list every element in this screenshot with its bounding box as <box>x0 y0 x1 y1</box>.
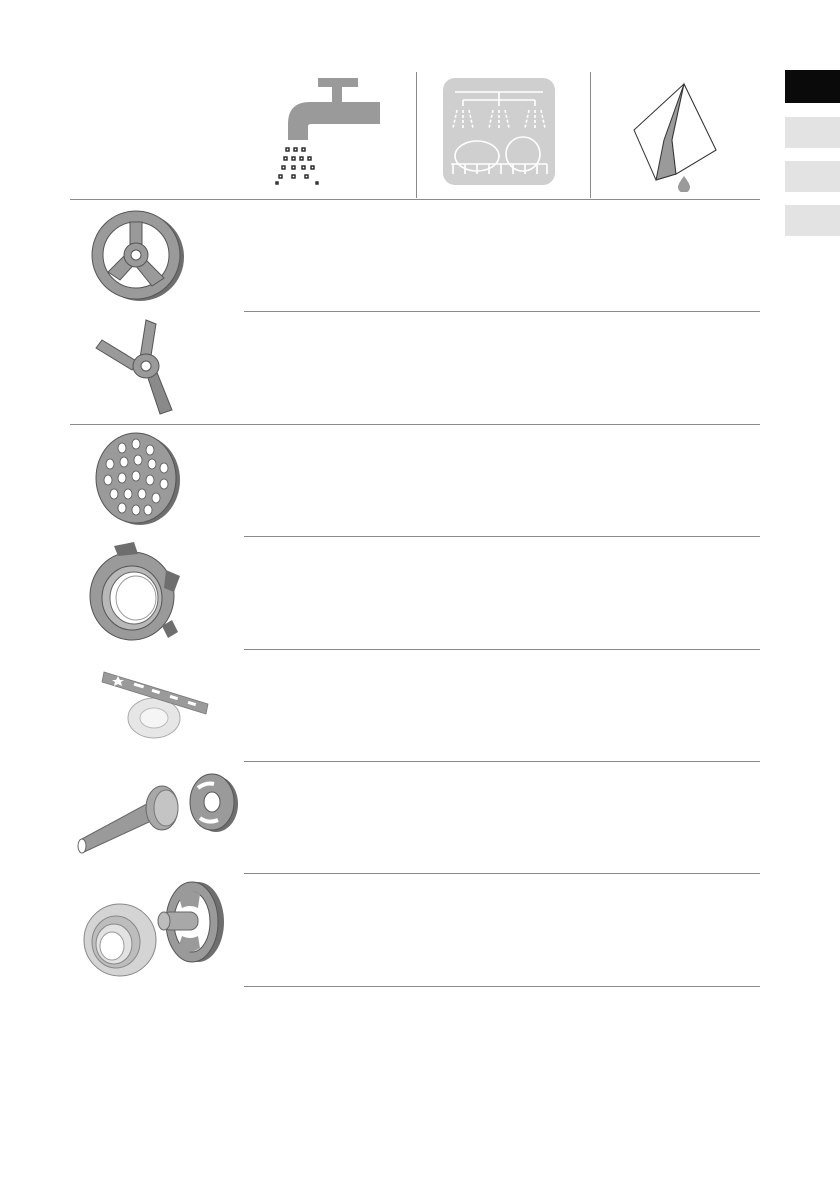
row-divider <box>244 761 760 762</box>
kebbe-attachment-icon <box>80 878 230 978</box>
cutting-blade-icon <box>94 318 184 418</box>
ring-nut-icon <box>84 540 184 644</box>
row-divider <box>244 986 760 987</box>
section-tab-active[interactable] <box>785 70 840 103</box>
cloth-dry-icon <box>626 80 722 192</box>
section-tab[interactable] <box>785 205 840 236</box>
perforated-disc-icon <box>92 430 182 528</box>
group-divider <box>70 424 760 425</box>
section-tab[interactable] <box>785 161 840 192</box>
row-divider <box>244 873 760 874</box>
header-column-divider <box>416 72 417 198</box>
biscuit-attachment-icon <box>96 660 218 744</box>
blade-holder-disc-icon <box>90 208 186 304</box>
tap-water-icon <box>270 78 385 188</box>
row-divider <box>244 311 760 312</box>
section-tab[interactable] <box>785 117 840 148</box>
sausage-attachment-icon <box>74 770 240 860</box>
table-header-rule <box>70 199 760 200</box>
row-divider <box>244 649 760 650</box>
row-divider <box>244 536 760 537</box>
dishwasher-icon <box>443 78 555 185</box>
header-column-divider <box>590 72 591 198</box>
